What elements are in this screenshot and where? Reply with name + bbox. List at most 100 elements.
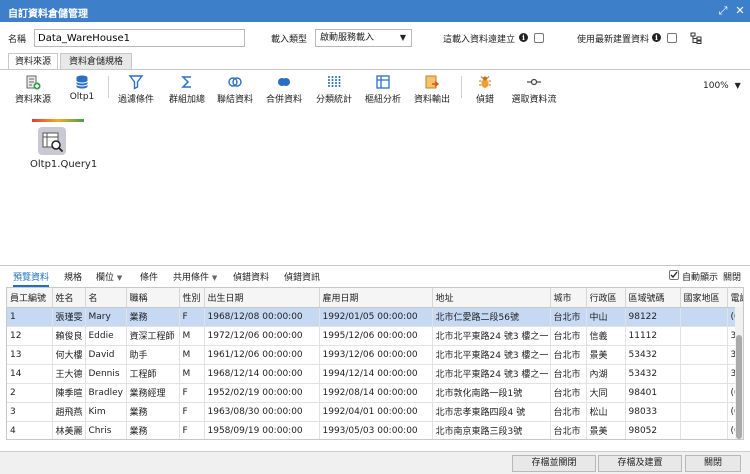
load-type-select[interactable]: 啟動服務載入 ▼ [315,29,412,47]
table-row[interactable]: 13 何大樓 David 助手 M 1961/12/06 00:00:00 1993/12/… [7,345,743,365]
save-and-build-button[interactable]: 存檔及建置 [598,455,682,472]
tool-union[interactable]: 合併資料 [263,72,305,105]
scrollbar-thumb[interactable] [736,335,742,439]
ptab-fields[interactable]: 欄位 ▼ [96,270,122,283]
close-icon[interactable]: ✕ [733,4,747,18]
table-cell: 1994/12/14 00:00:00 [319,364,433,384]
table-cell: 內湖 [586,364,626,384]
tool-filter[interactable]: 過濾條件 [115,72,157,105]
close-panel-link[interactable]: 關閉 [723,270,741,283]
ptab-preview-data[interactable]: 預覽資料 [13,270,50,287]
table-cell: 98122 [625,307,681,327]
tool-add-datasource[interactable]: 資料來源 [12,72,54,105]
tool-join[interactable]: 聯結資料 [214,72,256,105]
tool-pivot[interactable]: 樞紐分析 [362,72,404,105]
latest-build-checkbox[interactable] [667,33,677,43]
table-cell: F [179,421,205,439]
database-icon [76,75,88,89]
table-cell: 12 [7,326,53,346]
table-row[interactable]: 4 林美麗 Chris 業務 F 1958/09/19 00:00:00 1993/05/0… [7,421,743,439]
table-cell: 台北市 [550,383,587,403]
settings-row: 名稱 載入類型 啟動服務載入 ▼ 這載入資料遠建立 i 使用最新建置資料 i [0,28,750,50]
tab-warehouse-spec[interactable]: 資料倉儲規格 [60,53,132,70]
table-cell: 工程師 [126,364,180,384]
column-header[interactable]: 員工編號 [7,288,53,308]
zoom-select[interactable]: 100% ▼ [703,81,741,91]
column-header[interactable]: 區域號碼 [625,288,681,308]
maximize-icon[interactable]: ⤢ [716,4,730,18]
vertical-scrollbar[interactable] [735,307,743,439]
table-cell: 1972/12/06 00:00:00 [204,326,320,346]
table-cell: 1958/09/19 00:00:00 [204,421,320,439]
column-header[interactable]: 出生日期 [204,288,320,308]
tool-category-stats[interactable]: 分類統計 [313,72,355,105]
tool-select-dataflow[interactable]: 選取資料流 [508,72,560,105]
table-cell: 3 [7,402,53,422]
table-cell: 1963/08/30 00:00:00 [204,402,320,422]
table-cell: 業務 [126,307,180,327]
column-header[interactable]: 名 [85,288,127,308]
ptab-conditions[interactable]: 條件 [140,270,158,283]
column-header[interactable]: 國家地區 [680,288,728,308]
name-input[interactable] [34,29,245,47]
table-cell: 陳季暄 [52,383,86,403]
table-cell: 林美麗 [52,421,86,439]
auto-create-checkbox[interactable] [534,33,544,43]
ptab-debug-info[interactable]: 偵錯資訊 [284,270,320,283]
tool-data-output[interactable]: 資料輸出 [411,72,453,105]
column-header[interactable]: 職稱 [126,288,180,308]
tool-label: 過濾條件 [117,95,154,105]
tree-structure-icon[interactable] [690,32,702,47]
preview-tabs: 預覽資料 規格 欄位 ▼ 條件 共用條件 ▼ 偵錯資料 偵錯資訊 自動顯示 關閉 [0,265,750,287]
table-cell: F [179,402,205,422]
table-cell: 中山 [586,307,626,327]
tool-oltp1[interactable]: Oltp1 [64,72,100,104]
column-header[interactable]: 電話號碼 [727,288,743,308]
table-cell: 張瑾雯 [52,307,86,327]
table-row[interactable]: 1 張瑾雯 Mary 業務 F 1968/12/08 00:00:00 1992/01/05… [7,307,743,327]
table-cell: 1992/08/14 00:00:00 [319,383,433,403]
table-cell: 何大樓 [52,345,86,365]
column-header[interactable]: 行政區 [586,288,626,308]
dropdown-arrow-icon: ▼ [399,33,406,42]
node-status-bar [32,119,84,122]
design-canvas[interactable]: Oltp1.Query1 [0,107,750,264]
table-row[interactable]: 3 趙飛燕 Kim 業務 F 1963/08/30 00:00:00 1992/04/01 … [7,402,743,422]
name-label: 名稱 [8,35,27,45]
save-and-close-button[interactable]: 存檔並關閉 [512,455,596,472]
table-cell: 大同 [586,383,626,403]
column-header[interactable]: 雇用日期 [319,288,433,308]
table-row[interactable]: 12 賴俊良 Eddie 資深工程師 M 1972/12/06 00:00:00 1995/… [7,326,743,346]
table-cell: 2 [7,383,53,403]
info-icon[interactable]: i [519,33,528,42]
query-node[interactable]: Oltp1.Query1 [30,119,104,170]
tool-label: 資料來源 [14,95,51,105]
auto-show-checkbox[interactable] [669,270,679,280]
tool-debug[interactable]: 偵錯 [470,72,500,105]
table-cell: M [179,326,205,346]
table-cell: 98033 [625,402,681,422]
toolbar-separator [461,76,462,98]
table-cell: F [179,383,205,403]
zoom-value: 100% [703,81,729,91]
table-row[interactable]: 2 陳季暄 Bradley 業務經理 F 1952/02/19 00:00:00 1992/… [7,383,743,403]
ptab-shared-conditions[interactable]: 共用條件 ▼ [173,270,217,283]
column-header[interactable]: 姓名 [52,288,86,308]
query-node-label: Oltp1.Query1 [30,159,98,170]
column-header[interactable]: 城市 [550,288,587,308]
table-cell [680,383,728,403]
info-icon[interactable]: i [652,33,661,42]
preview-grid[interactable]: 員工編號姓名名職稱性別出生日期雇用日期地址城市行政區區域號碼國家地區電話號碼 1… [6,287,744,440]
load-type-value: 啟動服務載入 [320,33,375,43]
tool-group-sum[interactable]: 群組加總 [166,72,208,105]
toolbar: 資料來源 Oltp1 過濾條件 群組加總 聯結資料 合併資料 分類統計 樞紐分析… [0,70,750,106]
column-header[interactable]: 地址 [432,288,551,308]
ptab-debug-data[interactable]: 偵錯資料 [233,270,269,283]
close-button[interactable]: 關閉 [685,455,741,472]
tab-datasource[interactable]: 資料來源 [8,53,58,70]
table-cell: 1992/01/05 00:00:00 [319,307,433,327]
table-row[interactable]: 14 王大德 Dennis 工程師 M 1968/12/14 00:00:00 1994/1… [7,364,743,384]
ptab-spec[interactable]: 規格 [64,270,82,283]
column-header[interactable]: 性別 [179,288,205,308]
auto-create-label: 這載入資料遠建立 [443,35,516,45]
